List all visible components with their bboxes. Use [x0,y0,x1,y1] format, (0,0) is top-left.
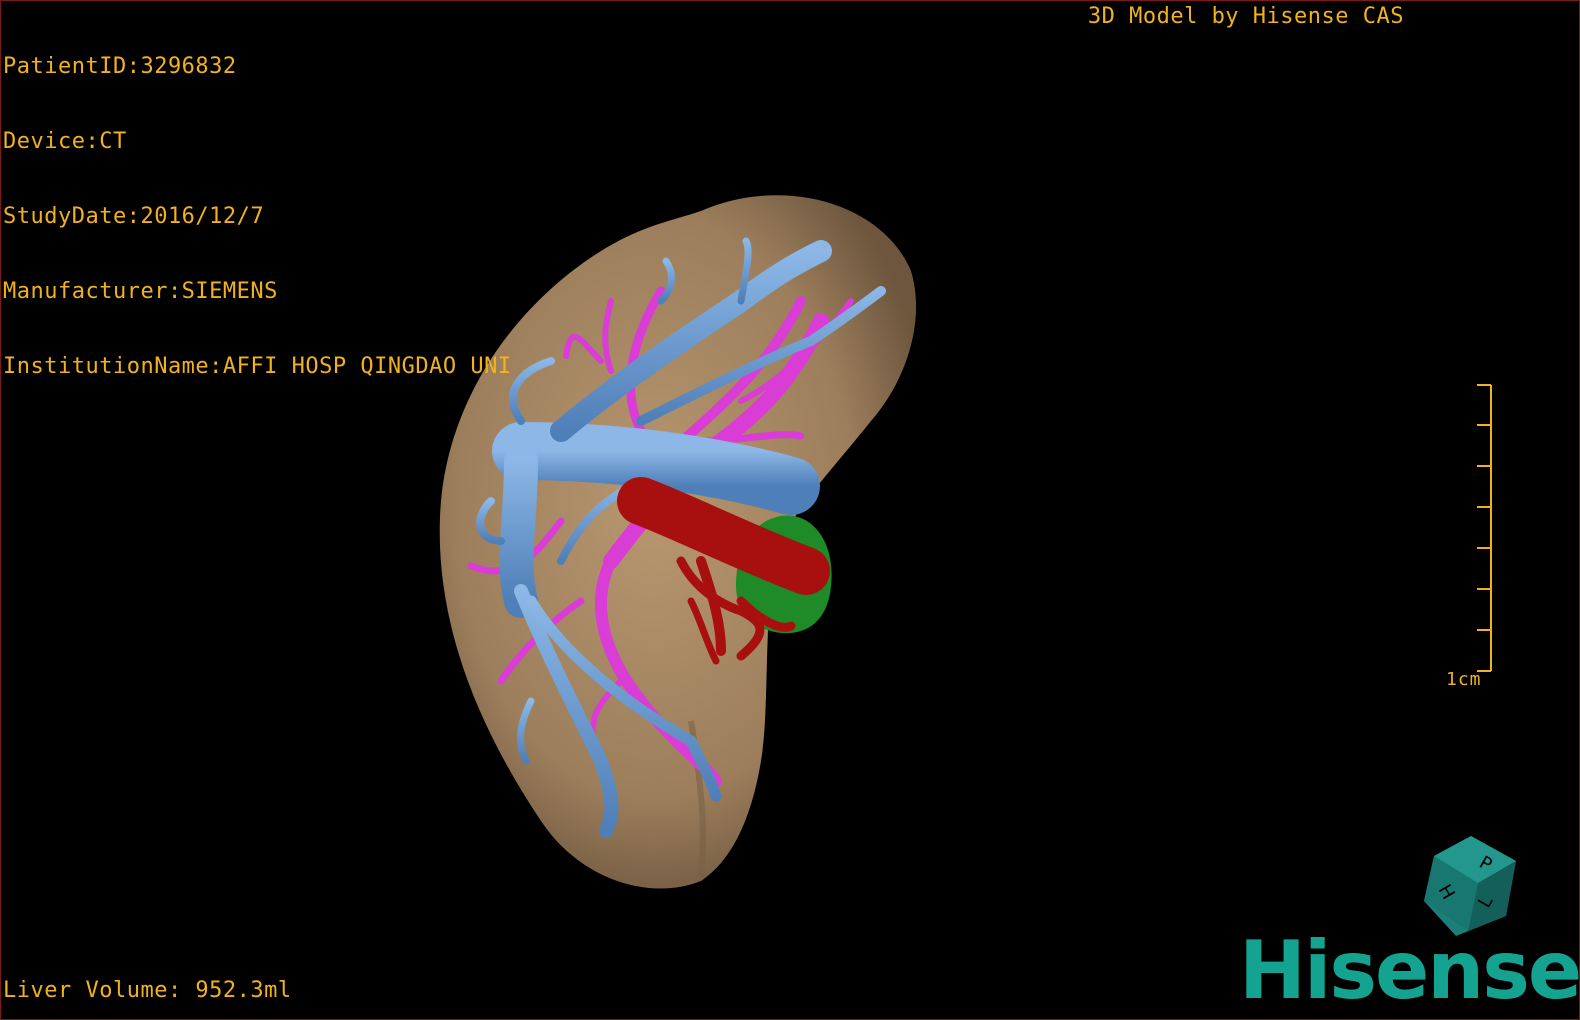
institution-name: InstitutionName:AFFI HOSP QINGDAO UNI [3,354,512,379]
scale-label: 1cm [1446,669,1482,690]
study-info-panel: PatientID:3296832 Device:CT StudyDate:20… [3,4,512,429]
scale-bar [1477,384,1492,672]
liver-volume: Liver Volume: 952.3ml [3,978,292,1003]
hisense-logo: Hisense [1239,924,1580,1017]
device: Device:CT [3,129,127,154]
model-credit: 3D Model by Hisense CAS [1087,4,1404,29]
3d-viewport[interactable]: PatientID:3296832 Device:CT StudyDate:20… [0,0,1580,1020]
study-date: StudyDate:2016/12/7 [3,204,265,229]
manufacturer: Manufacturer:SIEMENS [3,279,278,304]
patient-id: PatientID:3296832 [3,54,237,79]
